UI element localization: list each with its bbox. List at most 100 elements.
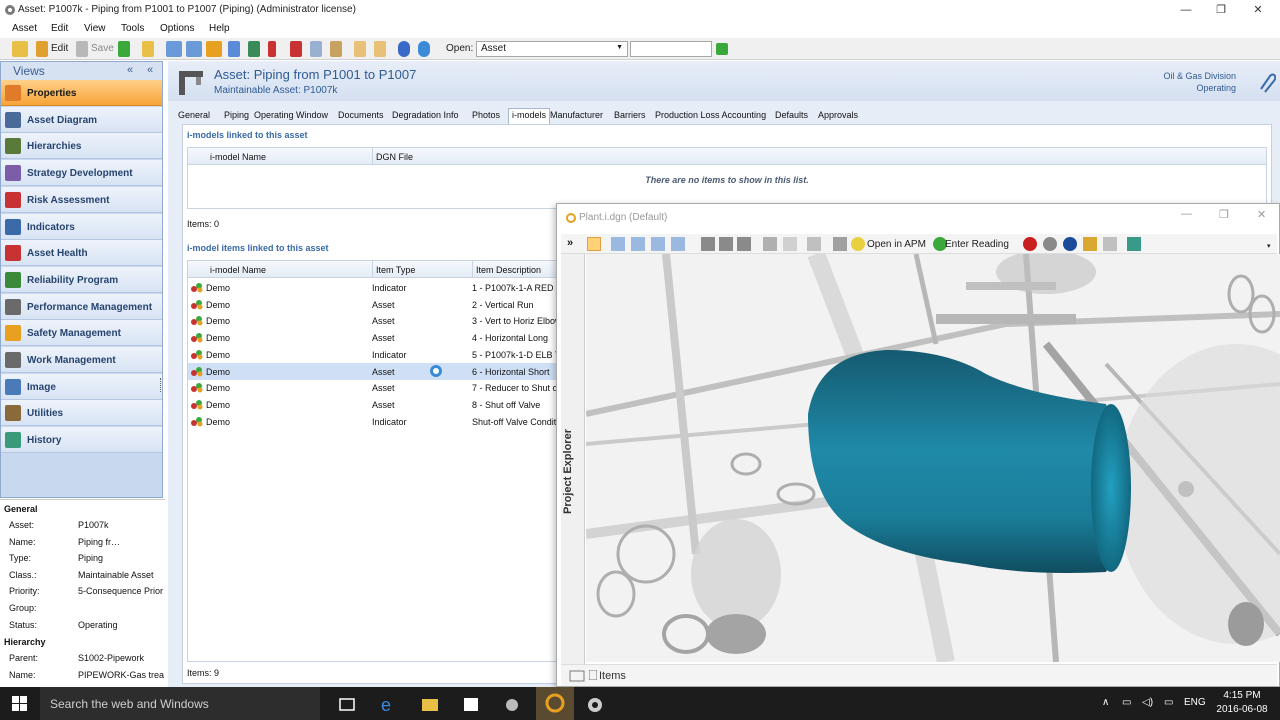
redo-icon[interactable] [374, 41, 386, 57]
view-item-performance-management[interactable]: Performance Management [1, 293, 162, 320]
tab-manufacturer[interactable]: Manufacturer [550, 108, 603, 124]
measure-icon[interactable] [807, 237, 821, 251]
copy-icon[interactable] [310, 41, 322, 57]
view-item-strategy-development[interactable]: Strategy Development [1, 160, 162, 187]
edit-button[interactable]: Edit [51, 43, 68, 54]
select-arrow-icon[interactable] [587, 237, 601, 251]
plant-3d-scene[interactable] [586, 254, 1280, 662]
view-item-risk-assessment[interactable]: Risk Assessment [1, 186, 162, 213]
col-item-type[interactable]: Item Type [376, 265, 415, 275]
print-icon[interactable] [833, 237, 847, 251]
paperclip-icon[interactable] [1256, 71, 1276, 95]
col-item-description[interactable]: Item Description [476, 265, 541, 275]
tab-barriers[interactable]: Barriers [614, 108, 646, 124]
menu-tools[interactable]: Tools [121, 23, 144, 34]
sphere-icon[interactable] [1063, 237, 1077, 251]
close-button[interactable]: ✕ [1240, 0, 1276, 20]
app-taskbar-icon-1[interactable] [501, 693, 523, 715]
plant-maximize-button[interactable]: ❐ [1219, 208, 1229, 221]
section-icon[interactable] [763, 237, 777, 251]
task-view-icon[interactable] [336, 693, 358, 715]
menu-asset[interactable]: Asset [12, 23, 37, 34]
fly-icon[interactable] [651, 237, 665, 251]
view-item-hierarchies[interactable]: Hierarchies [1, 133, 162, 160]
tray-expand-icon[interactable]: ∧ [1102, 697, 1109, 708]
table-row[interactable]: Demo Asset 3 - Vert to Horiz Elbow [188, 312, 566, 329]
network-icon[interactable]: ▭ [1122, 697, 1131, 708]
items-tab[interactable]: Items [599, 670, 626, 682]
sync-icon[interactable] [248, 41, 260, 57]
expand-panel-icon[interactable]: » [567, 237, 573, 249]
undo-icon[interactable] [354, 41, 366, 57]
windows-start-icon[interactable] [12, 696, 28, 712]
cut-icon[interactable] [290, 41, 302, 57]
clock-time[interactable]: 4:15 PM [1212, 690, 1272, 701]
tab-operating-window[interactable]: Operating Window [254, 108, 328, 124]
tag-icon[interactable] [1083, 237, 1097, 251]
table-row[interactable]: Demo Asset 4 - Horizontal Long [188, 329, 566, 346]
clock-date[interactable]: 2016-06-08 [1212, 704, 1272, 715]
grid-icon[interactable] [186, 41, 202, 57]
new-icon[interactable] [12, 41, 28, 57]
table-row[interactable]: Demo Indicator 1 - P1007k-1-A RED T [188, 279, 566, 296]
record-icon[interactable] [1023, 237, 1037, 251]
view-item-asset-diagram[interactable]: Asset Diagram [1, 106, 162, 133]
save-icon[interactable] [76, 41, 88, 57]
paste-icon[interactable] [330, 41, 342, 57]
tab-degradation-info[interactable]: Degradation Info [392, 108, 459, 124]
tab-photos[interactable]: Photos [472, 108, 500, 124]
view-item-reliability-program[interactable]: Reliability Program [1, 266, 162, 293]
menu-options[interactable]: Options [160, 23, 194, 34]
apm-gear-taskbar-icon[interactable] [584, 693, 606, 715]
search-icon[interactable] [206, 41, 222, 57]
tab-approvals[interactable]: Approvals [818, 108, 858, 124]
project-explorer-panel[interactable]: Project Explorer [561, 254, 585, 664]
menu-help[interactable]: Help [209, 23, 230, 34]
folder-icon[interactable] [142, 41, 154, 57]
table-row[interactable]: Demo Asset 2 - Vertical Run [188, 296, 566, 313]
collapse-up-icon[interactable]: « [147, 64, 153, 76]
tab-defaults[interactable]: Defaults [775, 108, 808, 124]
table-row[interactable]: Demo Indicator Shut-off Valve Condit [188, 413, 566, 430]
chart-icon[interactable] [228, 41, 240, 57]
table-row[interactable]: Demo Asset 8 - Shut off Valve [188, 396, 566, 413]
view-item-work-management[interactable]: Work Management [1, 347, 162, 373]
enter-reading-button[interactable]: Enter Reading [945, 239, 1017, 250]
tab-documents[interactable]: Documents [338, 108, 384, 124]
pan-icon[interactable] [611, 237, 625, 251]
view-item-image[interactable]: Image [1, 373, 162, 400]
zoom-icon[interactable] [701, 237, 715, 251]
tab-production-loss-accounting[interactable]: Production Loss Accounting [655, 108, 766, 124]
plant-close-button[interactable]: ✕ [1257, 208, 1266, 221]
menu-edit[interactable]: Edit [51, 23, 68, 34]
view-item-indicators[interactable]: Indicators [1, 213, 162, 240]
settings-icon[interactable] [1043, 237, 1057, 251]
collapse-left-icon[interactable]: « [127, 64, 133, 76]
plant-minimize-button[interactable]: — [1181, 208, 1192, 220]
language-indicator[interactable]: ENG [1184, 697, 1206, 708]
edit-icon[interactable] [36, 41, 48, 57]
open-in-apm-button[interactable]: Open in APM [867, 239, 926, 250]
go-arrow-icon[interactable] [716, 43, 728, 55]
taskbar-search-box[interactable]: Search the web and Windows [40, 687, 320, 720]
apm-icon[interactable] [851, 237, 865, 251]
col-imodel-name[interactable]: i-model Name [210, 152, 266, 162]
help-icon[interactable] [398, 41, 410, 57]
maximize-button[interactable]: ❐ [1203, 0, 1239, 20]
table-row[interactable]: Demo Asset 7 - Reducer to Shut o [188, 379, 566, 396]
action-center-icon[interactable]: ▭ [1164, 697, 1173, 708]
view-item-history[interactable]: History [1, 427, 162, 454]
save-button[interactable]: Save [91, 43, 114, 54]
store-icon[interactable] [460, 693, 482, 715]
image-export-icon[interactable] [1127, 237, 1141, 251]
minimize-button[interactable]: — [1168, 0, 1204, 20]
alert-icon[interactable] [268, 41, 276, 57]
tab-i-models[interactable]: i-models [508, 108, 551, 124]
col-dgn-file[interactable]: DGN File [376, 152, 413, 162]
open-search-input[interactable] [630, 41, 712, 57]
folder-icon[interactable] [569, 668, 585, 682]
active-app-highlight[interactable] [536, 687, 574, 720]
view-item-safety-management[interactable]: Safety Management [1, 320, 162, 347]
table-row[interactable]: Demo Asset 6 - Horizontal Short [188, 362, 566, 380]
tab-piping[interactable]: Piping [224, 108, 249, 124]
